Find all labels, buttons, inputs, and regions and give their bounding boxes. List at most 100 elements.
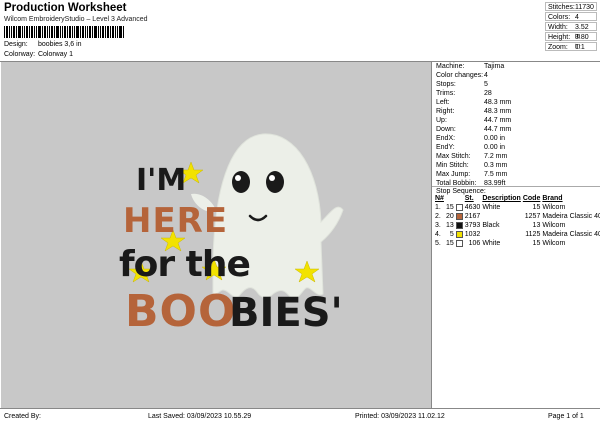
col-num: N#: [435, 195, 444, 202]
color-description: Black: [482, 222, 500, 229]
color-code: 1125: [525, 231, 541, 238]
zoom-value: 1:1: [575, 44, 585, 51]
design-label: Design:: [4, 41, 28, 48]
stop-number: 5.: [435, 240, 441, 247]
embroidery-design: I'M HERE for the BOO BIES': [119, 133, 344, 337]
spec-value: 44.7 mm: [484, 117, 512, 124]
spec-row: Color changes:4: [436, 72, 488, 79]
swatch-icon: [455, 230, 463, 238]
thread-brand: Wilcom: [542, 204, 566, 211]
swatch-icon: [455, 203, 463, 211]
needle-number: 5: [449, 231, 454, 238]
spec-value: 48.3 mm: [484, 99, 512, 106]
table-row: 4. 5 1032 1125 Madeira Classic 40: [434, 230, 600, 239]
height-label: Height:: [548, 34, 571, 41]
thread-brand: Wilcom: [542, 222, 566, 229]
table-row: 1. 15 4630 White 15 Wilcom: [434, 203, 600, 212]
swatch-icon: [455, 212, 463, 220]
color-description: [481, 212, 522, 221]
color-swatch: [455, 221, 464, 230]
needle-number: 20: [445, 213, 454, 220]
spec-value: 7.5 mm: [484, 171, 508, 178]
spec-row: Up: 44.7 mm: [436, 117, 511, 124]
zoom-label: Zoom:: [548, 44, 568, 51]
color-swatch: [455, 230, 464, 239]
design-line-here: HERE: [123, 201, 228, 241]
stitch-count: 1032: [464, 231, 481, 238]
barcode: [4, 26, 124, 38]
table-row: 3. 13 3793 Black 13 Wilcom: [434, 221, 600, 230]
width-label: Width:: [548, 24, 568, 31]
page-title: Production Worksheet: [4, 2, 127, 14]
spec-row: Left: 48.3 mm: [436, 99, 511, 106]
thread-brand: Madeira Classic 40: [542, 213, 600, 220]
spec-row: EndY: 0.00 in: [436, 144, 505, 151]
stop-number: 1.: [435, 204, 441, 211]
spec-label: Max Stitch:: [436, 153, 471, 160]
color-swatch: [455, 239, 464, 248]
stop-number: 4.: [435, 231, 441, 238]
colorway-label: Colorway:: [4, 51, 36, 58]
created-by: Created By:: [4, 413, 41, 420]
color-code: 15: [532, 240, 541, 247]
width-box: Width: 3.52 in: [545, 22, 597, 40]
spec-row: Max Jump: 7.5 mm: [436, 171, 507, 178]
spec-value: 0.00 in: [484, 144, 506, 151]
colors-box: Colors: 4: [545, 12, 597, 21]
stop-number: 3.: [435, 222, 441, 229]
panel-divider: [431, 62, 432, 408]
col-brand: Brand: [542, 195, 563, 202]
col-st: St.: [464, 195, 474, 202]
spec-value: 5: [484, 81, 488, 88]
stitch-count: 4630: [464, 204, 481, 211]
spec-label: Trims:: [436, 90, 456, 97]
design-line-forthe: for the: [119, 244, 250, 285]
color-description: White: [482, 240, 501, 247]
thread-brand: Madeira Classic 40: [542, 231, 600, 238]
app-subtitle: Wilcom EmbroideryStudio – Level 3 Advanc…: [4, 16, 148, 23]
spec-row: Max Stitch: 7.2 mm: [436, 153, 507, 160]
design-value: boobies 3,6 in: [37, 41, 82, 48]
swatch-icon: [455, 221, 463, 229]
spec-value: 0.3 mm: [484, 162, 508, 169]
needle-number: 15: [445, 240, 454, 247]
spec-row: Machine: Tajima: [436, 63, 504, 70]
color-swatch: [455, 212, 464, 221]
spec-value: 0.00 in: [484, 135, 506, 142]
thread-brand: Wilcom: [542, 240, 566, 247]
stitch-count: 2167: [464, 213, 481, 220]
spec-label: Stops:: [436, 81, 456, 88]
colors-value: 4: [575, 14, 579, 21]
color-code: 13: [532, 222, 541, 229]
spec-value: 7.2 mm: [484, 153, 508, 160]
page-number: Page 1 of 1: [548, 413, 584, 420]
stitches-label: Stitches:: [548, 4, 575, 11]
spec-value: 44.7 mm: [484, 126, 512, 133]
colorway-row: Colorway: Colorway 1: [4, 51, 73, 58]
color-swatch: [455, 203, 464, 212]
color-description: [481, 230, 522, 239]
spec-label: Max Jump:: [436, 171, 471, 178]
needle-number: 13: [445, 222, 454, 229]
stitches-box: Stitches: 11730: [545, 2, 597, 11]
col-code: Code: [522, 195, 541, 202]
spec-row: Min Stitch: 0.3 mm: [436, 162, 507, 169]
table-row: 5. 15 106 White 15 Wilcom: [434, 239, 600, 248]
stop-number: 2.: [435, 213, 441, 220]
spec-label: Color changes:: [436, 72, 484, 79]
design-preview: I'M HERE for the BOO BIES': [1, 62, 431, 408]
design-row: Design: boobies 3,6 in: [4, 41, 82, 48]
spec-row: Trims: 28: [436, 90, 492, 97]
colors-label: Colors:: [548, 14, 571, 21]
zoom-box: Zoom: 1:1: [545, 42, 597, 51]
spec-label: Left:: [436, 99, 450, 106]
col-description: Description: [482, 195, 521, 202]
spec-label: EndY:: [436, 144, 455, 151]
printed-date: Printed: 03/09/2023 11.02.12: [355, 413, 445, 420]
stop-sequence-table: N# St. Description Code Brand 1. 15 4630 Wh…: [434, 194, 600, 248]
swatch-icon: [455, 239, 463, 247]
design-line-im: I'M: [136, 163, 186, 198]
spec-row: Right: 48.3 mm: [436, 108, 511, 115]
spec-label: Min Stitch:: [436, 162, 469, 169]
colorway-value: Colorway 1: [37, 51, 73, 58]
